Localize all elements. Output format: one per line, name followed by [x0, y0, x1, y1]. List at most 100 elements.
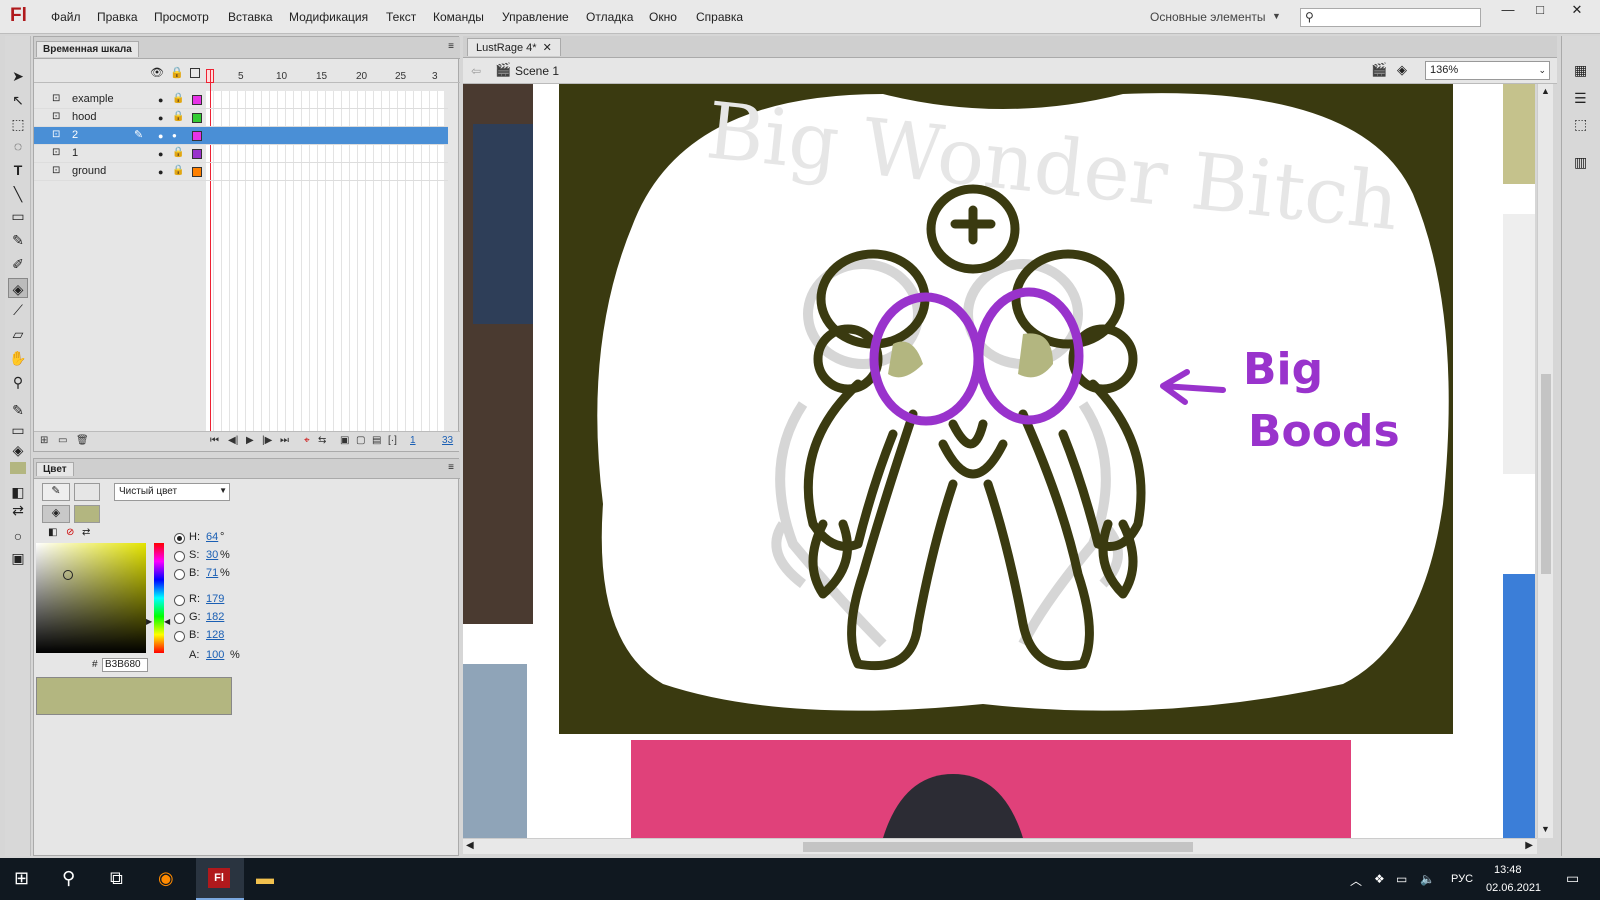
fill-type-select[interactable]: Чистый цвет ▼	[114, 483, 230, 501]
zoom-select[interactable]: 136% ⌄	[1425, 61, 1550, 80]
hue-arrow-icon[interactable]: ◀	[164, 617, 170, 626]
align-icon[interactable]: ☰	[1574, 90, 1587, 107]
visibility-dot[interactable]: ●	[158, 167, 163, 177]
pencil-icon[interactable]: ✎	[8, 230, 28, 250]
back-arrow-icon[interactable]: ⇦	[471, 64, 481, 78]
close-tab-icon[interactable]: ✕	[543, 42, 552, 54]
lock-icon[interactable]: 🔒	[172, 147, 184, 158]
visibility-dot[interactable]: ●	[158, 131, 163, 141]
chevron-down-icon[interactable]: ▼	[1272, 11, 1281, 21]
dropbox-icon[interactable]: ❖	[1374, 872, 1385, 886]
help-search-input[interactable]: ⚲	[1300, 8, 1481, 27]
firefox-icon[interactable]: ◉	[158, 868, 174, 889]
stroke-color-button[interactable]: ✎	[42, 483, 70, 501]
scroll-right-icon[interactable]: ▶	[1525, 840, 1533, 851]
maximize-button[interactable]: □	[1525, 2, 1555, 20]
scene-name[interactable]: Scene 1	[515, 64, 559, 78]
lock-icon[interactable]: 🔒	[172, 111, 184, 122]
flash-taskbar-item[interactable]: Fl	[196, 858, 244, 900]
volume-icon[interactable]: 🔈	[1420, 872, 1435, 886]
step-forward-icon[interactable]: |▶	[262, 435, 272, 446]
zoom-icon[interactable]: ⚲	[8, 372, 28, 392]
hue-slider[interactable]	[154, 543, 164, 653]
clock-date[interactable]: 02.06.2021	[1486, 882, 1541, 894]
lock-icon[interactable]: 🔒	[172, 93, 184, 104]
onion-outline-icon[interactable]: ▢	[356, 435, 365, 446]
menu-debug[interactable]: Отладка	[586, 10, 633, 24]
no-color-icon[interactable]: ⊘	[66, 527, 74, 538]
g-radio[interactable]	[174, 613, 185, 624]
black-white-icon[interactable]: ◧	[8, 482, 28, 502]
object-drawing-icon[interactable]: ○	[8, 526, 28, 546]
menu-edit[interactable]: Правка	[97, 10, 138, 24]
network-icon[interactable]: ▭	[1396, 872, 1407, 886]
a-value[interactable]: 100	[206, 649, 224, 661]
paint-bucket-icon[interactable]: ◈	[8, 278, 28, 298]
layer-color-swatch[interactable]	[192, 167, 202, 177]
free-transform-icon[interactable]: ⬚	[8, 114, 28, 134]
step-back-icon[interactable]: ◀|	[228, 435, 238, 446]
layer-color-swatch[interactable]	[192, 149, 202, 159]
scroll-thumb[interactable]	[1541, 374, 1551, 574]
line-tool-icon[interactable]: ╲	[8, 184, 28, 204]
visibility-dot[interactable]: ●	[158, 95, 163, 105]
layer-row-example[interactable]: ⊡ example ● 🔒	[34, 91, 448, 109]
stroke-color-icon[interactable]: ✎	[8, 400, 28, 420]
close-button[interactable]: ✕	[1562, 2, 1592, 20]
minimize-button[interactable]: —	[1493, 2, 1523, 20]
properties-icon[interactable]: ▦	[1574, 62, 1587, 79]
visibility-dot[interactable]: ●	[158, 149, 163, 159]
menu-file[interactable]: Файл	[51, 10, 81, 24]
r-value[interactable]: 179	[206, 593, 224, 605]
library-icon[interactable]: ▥	[1574, 154, 1587, 171]
onion-markers-icon[interactable]: [·]	[388, 435, 397, 446]
picker-cursor[interactable]	[63, 570, 73, 580]
task-view-icon[interactable]: ⧉	[110, 868, 123, 889]
fill-swatch[interactable]	[74, 505, 100, 523]
loop-icon[interactable]: ⇆	[318, 435, 326, 446]
layer-color-swatch[interactable]	[192, 113, 202, 123]
brush-icon[interactable]: ✐	[8, 254, 28, 274]
scroll-thumb[interactable]	[803, 842, 1193, 852]
menu-window[interactable]: Окно	[649, 10, 677, 24]
hue-arrow-icon[interactable]: ▶	[146, 617, 152, 626]
fps-value[interactable]: 33	[442, 435, 453, 446]
onion-skin-icon[interactable]: ▣	[340, 435, 349, 446]
tray-chevron-icon[interactable]: ︿	[1350, 872, 1362, 889]
menu-text[interactable]: Текст	[386, 10, 416, 24]
lasso-icon[interactable]: ◌	[8, 136, 28, 156]
eraser-icon[interactable]: ▱	[8, 324, 28, 344]
layer-name[interactable]: 2	[72, 129, 78, 141]
document-tab[interactable]: LustRage 4* ✕	[467, 38, 561, 56]
layer-row-2[interactable]: ⊡ 2 ✎ ● ●	[34, 127, 448, 145]
layer-row-ground[interactable]: ⊡ ground ● 🔒	[34, 163, 448, 181]
menu-view[interactable]: Просмотр	[154, 10, 209, 24]
menu-commands[interactable]: Команды	[433, 10, 484, 24]
first-frame-icon[interactable]: ⏮	[210, 435, 219, 446]
vertical-scrollbar[interactable]: ▲ ▼	[1537, 84, 1553, 838]
edit-scene-icon[interactable]: 🎬	[1371, 62, 1387, 78]
stage-canvas[interactable]: Big Wonder Bitch Big Boods	[463, 84, 1535, 838]
layer-name[interactable]: ground	[72, 165, 106, 177]
last-frame-icon[interactable]: ⏭	[280, 435, 289, 446]
menu-insert[interactable]: Вставка	[228, 10, 273, 24]
swap-colors-icon[interactable]: ⇄	[82, 527, 90, 538]
scroll-left-icon[interactable]: ◀	[466, 840, 474, 851]
s-radio[interactable]	[174, 551, 185, 562]
h-value[interactable]: 64	[206, 531, 218, 543]
play-icon[interactable]: ▶	[246, 435, 254, 446]
b-radio[interactable]	[174, 569, 185, 580]
color-tab[interactable]: Цвет	[36, 462, 74, 476]
layer-name[interactable]: 1	[72, 147, 78, 159]
visibility-dot[interactable]: ●	[158, 113, 163, 123]
new-layer-icon[interactable]: ⊞	[40, 435, 48, 446]
search-icon[interactable]: ⚲	[62, 868, 75, 889]
g-value[interactable]: 182	[206, 611, 224, 623]
layer-color-swatch[interactable]	[192, 95, 202, 105]
eye-icon[interactable]: 👁	[150, 66, 164, 79]
notifications-icon[interactable]: ▭	[1566, 870, 1579, 887]
fill-bucket-icon[interactable]: ◈	[8, 440, 28, 460]
timeline-tab[interactable]: Временная шкала	[36, 41, 139, 57]
language-indicator[interactable]: РУС	[1451, 873, 1473, 885]
windows-start-icon[interactable]: ⊞	[14, 868, 29, 889]
